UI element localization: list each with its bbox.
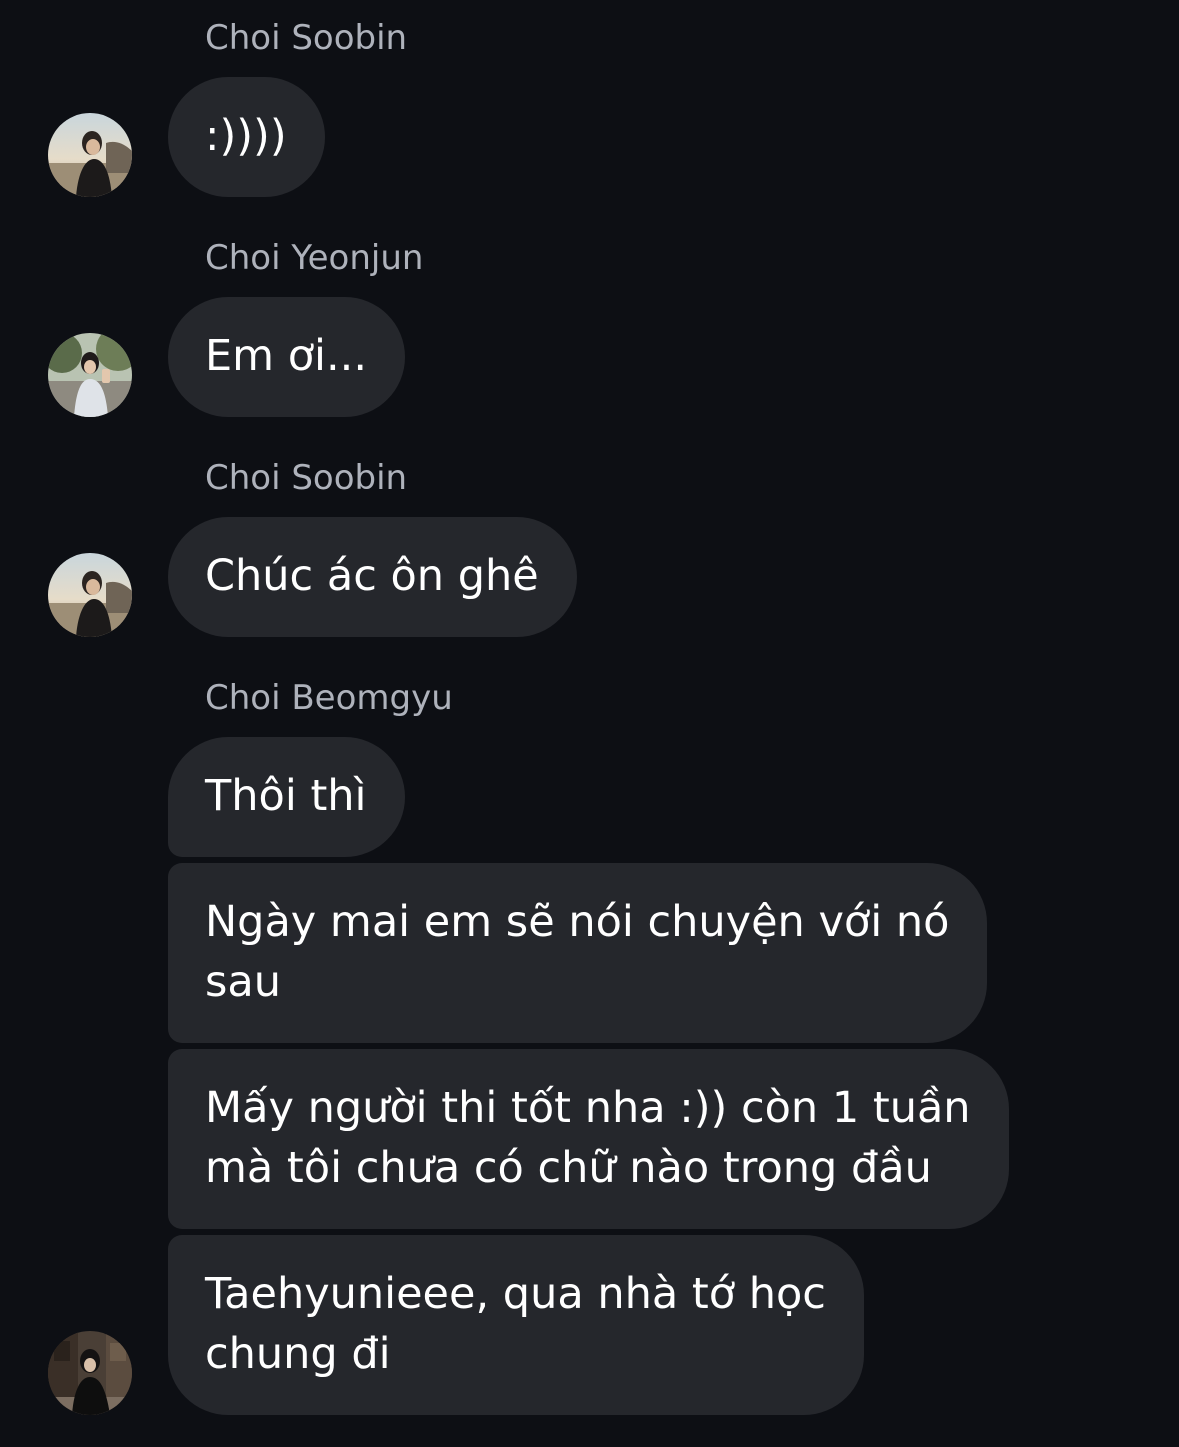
message-bubble[interactable]: Ngày mai em sẽ nói chuyện với nó sau bbox=[168, 863, 988, 1043]
message-bubble[interactable]: Em ơi... bbox=[168, 297, 405, 417]
sender-name: Choi Soobin bbox=[205, 18, 408, 58]
message-text-line: chung đi bbox=[205, 1329, 391, 1379]
avatar-beach-photo-icon bbox=[48, 113, 132, 197]
message-text: :)))) bbox=[205, 111, 287, 161]
avatar[interactable] bbox=[48, 1331, 132, 1415]
message-text-line: Mấy người thi tốt nha :)) còn 1 tuần bbox=[205, 1083, 971, 1133]
message-text: Thôi thì bbox=[205, 771, 367, 821]
message-text: Chúc ác ôn ghê bbox=[205, 551, 539, 601]
message-text-line: Taehyunieee, qua nhà tớ học bbox=[205, 1269, 826, 1319]
message-bubble[interactable]: Taehyunieee, qua nhà tớ học chung đi bbox=[168, 1235, 864, 1415]
avatar-park-photo-icon bbox=[48, 333, 132, 417]
sender-name: Choi Yeonjun bbox=[205, 238, 424, 278]
avatar-street-photo-icon bbox=[48, 1331, 132, 1415]
message-bubble[interactable]: Thôi thì bbox=[168, 737, 405, 857]
avatar[interactable] bbox=[48, 333, 132, 417]
message-bubble[interactable]: Mấy người thi tốt nha :)) còn 1 tuần mà … bbox=[168, 1049, 1009, 1229]
message-text: Em ơi... bbox=[205, 331, 367, 381]
message-bubble[interactable]: Chúc ác ôn ghê bbox=[168, 517, 577, 637]
message-bubble[interactable]: :)))) bbox=[168, 77, 325, 197]
avatar-beach-photo-icon bbox=[48, 553, 132, 637]
message-text-line: sau bbox=[205, 957, 282, 1007]
message-text-line: Ngày mai em sẽ nói chuyện với nó bbox=[205, 897, 950, 947]
sender-name: Choi Beomgyu bbox=[205, 678, 453, 718]
sender-name: Choi Soobin bbox=[205, 458, 408, 498]
avatar[interactable] bbox=[48, 553, 132, 637]
avatar[interactable] bbox=[48, 113, 132, 197]
message-text-line: mà tôi chưa có chữ nào trong đầu bbox=[205, 1143, 932, 1193]
